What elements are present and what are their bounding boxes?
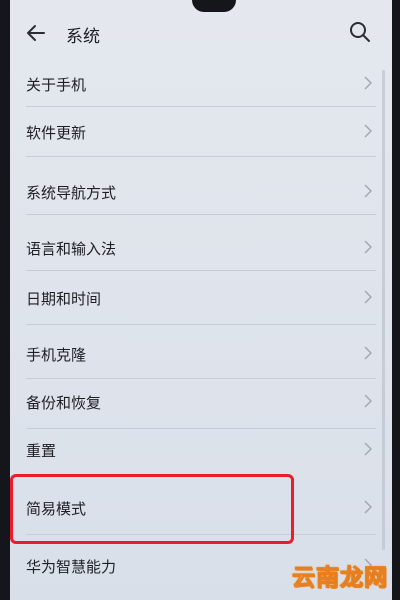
divider <box>26 106 376 107</box>
app-header: 系统 <box>10 0 392 62</box>
settings-item-navigation[interactable]: 系统导航方式 <box>10 170 392 214</box>
settings-item-label: 日期和时间 <box>26 290 102 308</box>
settings-item-backup-restore[interactable]: 备份和恢复 <box>10 380 392 424</box>
chevron-right-icon <box>364 290 372 304</box>
divider <box>26 156 376 157</box>
divider <box>26 324 376 325</box>
back-arrow-icon <box>27 25 45 41</box>
settings-item-reset[interactable]: 重置 <box>10 428 392 472</box>
divider <box>26 378 376 379</box>
back-button[interactable] <box>24 21 48 45</box>
chevron-right-icon <box>364 500 372 514</box>
watermark: 云南龙网 <box>292 565 388 592</box>
settings-item-about-phone[interactable]: 关于手机 <box>10 62 392 106</box>
settings-item-label: 软件更新 <box>26 124 87 142</box>
settings-item-label: 关于手机 <box>26 76 87 94</box>
search-icon <box>350 22 370 42</box>
chevron-right-icon <box>364 394 372 408</box>
search-button[interactable] <box>348 20 372 44</box>
settings-item-label: 重置 <box>26 442 57 460</box>
highlight-annotation-box <box>10 474 294 544</box>
chevron-right-icon <box>364 442 372 456</box>
chevron-right-icon <box>364 124 372 138</box>
settings-item-label: 语言和输入法 <box>26 240 117 258</box>
settings-item-date-time[interactable]: 日期和时间 <box>10 276 392 320</box>
divider <box>26 270 376 271</box>
settings-item-label: 华为智慧能力 <box>26 558 117 576</box>
chevron-right-icon <box>364 346 372 360</box>
settings-item-phone-clone[interactable]: 手机克隆 <box>10 332 392 376</box>
chevron-right-icon <box>364 184 372 198</box>
scrollbar[interactable] <box>382 70 385 550</box>
divider <box>26 214 376 215</box>
page-title: 系统 <box>66 27 100 47</box>
chevron-right-icon <box>364 240 372 254</box>
chevron-right-icon <box>364 76 372 90</box>
settings-item-label: 系统导航方式 <box>26 184 117 202</box>
settings-item-label: 备份和恢复 <box>26 394 102 412</box>
phone-frame: 系统 关于手机 软件更新 系统导航方式 语言和输入法 日期和时间 手机克隆 备份… <box>0 0 400 600</box>
settings-item-label: 手机克隆 <box>26 346 87 364</box>
settings-item-language-input[interactable]: 语言和输入法 <box>10 226 392 270</box>
settings-item-software-update[interactable]: 软件更新 <box>10 110 392 154</box>
